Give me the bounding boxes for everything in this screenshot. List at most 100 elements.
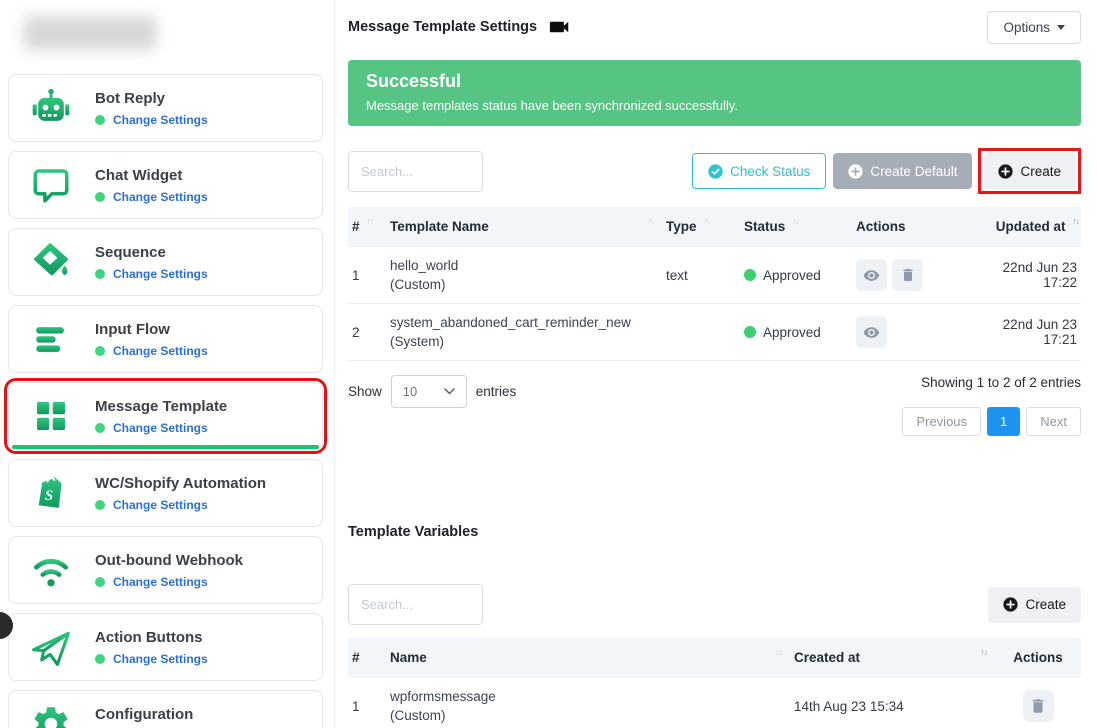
row-number: 2: [348, 317, 386, 348]
status-label: Approved: [763, 325, 821, 340]
column-header-updated-at[interactable]: Updated at↑↓: [962, 207, 1081, 247]
check-status-button[interactable]: Check Status: [692, 153, 826, 189]
chat-bubble-icon: [29, 163, 73, 207]
create-variable-button[interactable]: Create: [988, 587, 1081, 623]
sidebar-item-out-bound-webhook[interactable]: Out-bound Webhook Change Settings: [8, 536, 323, 604]
create-button-highlight: Create: [978, 148, 1081, 194]
table-row: 1 wpformsmessage (Custom) 14th Aug 23 15…: [348, 678, 1081, 728]
row-number: 1: [348, 691, 386, 722]
templates-table-header: #↑↓ Template Name↑↓ Type↑↓ Status↑↓ Acti…: [348, 207, 1081, 247]
robot-icon: [29, 86, 73, 130]
change-settings-link[interactable]: Change Settings: [113, 267, 208, 281]
variable-name-cell: wpformsmessage (Custom): [386, 679, 790, 728]
sidebar-item-label: Out-bound Webhook: [95, 552, 243, 569]
sidebar-item-action-buttons[interactable]: Action Buttons Change Settings: [8, 613, 323, 681]
svg-text:S: S: [45, 488, 53, 504]
variables-search-input[interactable]: [348, 584, 483, 625]
variable-variant: (Custom): [390, 706, 786, 725]
delete-button[interactable]: [1023, 690, 1054, 722]
template-name-cell: system_abandoned_cart_reminder_new (Syst…: [386, 305, 662, 359]
change-settings-link[interactable]: Change Settings: [113, 421, 208, 435]
sidebar-item-input-flow[interactable]: Input Flow Change Settings: [8, 305, 323, 373]
sidebar-item-text: Message Template Change Settings: [95, 398, 227, 435]
check-circle-icon: [708, 164, 723, 179]
enabled-dot: [95, 577, 105, 587]
template-variables-title: Template Variables: [348, 524, 1081, 540]
pagination: Previous 1 Next: [902, 407, 1081, 436]
created-at: 14th Aug 23 15:34: [790, 691, 995, 722]
column-header-created-at[interactable]: Created at↑↓: [790, 638, 995, 678]
column-header-name[interactable]: Name↑↓: [386, 638, 790, 678]
previous-page-button[interactable]: Previous: [902, 407, 981, 436]
video-camera-icon[interactable]: [549, 19, 570, 35]
template-name-cell: hello_world (Custom): [386, 248, 662, 302]
settings-sidebar: Bot Reply Change Settings Chat Widget Ch…: [0, 0, 335, 728]
enabled-dot: [95, 115, 105, 125]
column-header-status[interactable]: Status↑↓: [740, 207, 852, 247]
templates-table: #↑↓ Template Name↑↓ Type↑↓ Status↑↓ Acti…: [348, 207, 1081, 361]
column-header-num[interactable]: #↑↓: [348, 207, 386, 247]
row-number: 1: [348, 260, 386, 291]
trash-icon: [1029, 697, 1047, 715]
column-header-num[interactable]: #: [348, 638, 386, 678]
create-default-button[interactable]: Create Default: [833, 153, 972, 189]
page-size-select[interactable]: 10: [391, 375, 467, 408]
sidebar-item-text: Action Buttons Change Settings: [95, 629, 208, 666]
entries-label: entries: [476, 384, 517, 399]
change-settings-link[interactable]: Change Settings: [113, 113, 208, 127]
change-settings-link[interactable]: Change Settings: [113, 575, 208, 589]
banner-message: Message templates status have been synch…: [366, 98, 1063, 113]
main-content: Message Template Settings Options Succes…: [335, 0, 1097, 728]
change-settings-link[interactable]: Change Settings: [113, 652, 208, 666]
column-header-template-name[interactable]: Template Name↑↓: [386, 207, 662, 247]
paint-bucket-icon: [29, 240, 73, 284]
change-settings-link[interactable]: Change Settings: [113, 190, 208, 204]
change-settings-link[interactable]: Change Settings: [113, 498, 208, 512]
templates-search-input[interactable]: [348, 151, 483, 192]
showing-entries-text: Showing 1 to 2 of 2 entries: [902, 375, 1081, 390]
sidebar-item-label: Action Buttons: [95, 629, 208, 646]
page-title: Message Template Settings: [348, 19, 537, 35]
sidebar-item-text: WC/Shopify Automation Change Settings: [95, 475, 266, 512]
gear-icon: [29, 702, 73, 728]
sidebar-item-bot-reply[interactable]: Bot Reply Change Settings: [8, 74, 323, 142]
enabled-dot: [95, 192, 105, 202]
wifi-icon: [29, 548, 73, 592]
template-name: hello_world: [390, 256, 658, 275]
view-button[interactable]: [856, 259, 887, 291]
create-label: Create: [1025, 597, 1066, 612]
sidebar-item-text: Bot Reply Change Settings: [95, 90, 208, 127]
sidebar-item-label: Chat Widget: [95, 167, 208, 184]
updated-at: 22nd Jun 23 17:21: [962, 309, 1081, 355]
template-type: text: [662, 260, 740, 291]
sidebar-item-configuration[interactable]: Configuration Change Settings: [8, 690, 323, 728]
eye-icon: [863, 324, 880, 341]
view-button[interactable]: [856, 316, 887, 348]
sidebar-item-sequence[interactable]: Sequence Change Settings: [8, 228, 323, 296]
delete-button[interactable]: [892, 259, 923, 291]
plus-circle-icon: [848, 164, 863, 179]
create-template-button[interactable]: Create: [983, 153, 1076, 189]
sidebar-item-wc-shopify-automation[interactable]: S WC/Shopify Automation Change Settings: [8, 459, 323, 527]
sidebar-item-message-template[interactable]: Message Template Change Settings: [8, 382, 323, 450]
column-header-type[interactable]: Type↑↓: [662, 207, 740, 247]
sort-icon: ↑↓: [367, 216, 374, 226]
column-header-actions: Actions: [852, 207, 962, 247]
page-1-button[interactable]: 1: [987, 407, 1020, 436]
row-actions: [852, 251, 962, 299]
create-default-label: Create Default: [870, 164, 957, 179]
sidebar-item-text: Out-bound Webhook Change Settings: [95, 552, 243, 589]
sidebar-item-text: Input Flow Change Settings: [95, 321, 208, 358]
sidebar-item-label: Sequence: [95, 244, 208, 261]
sort-icon: ↑↓: [776, 647, 783, 657]
change-settings-link[interactable]: Change Settings: [113, 344, 208, 358]
options-button[interactable]: Options: [987, 11, 1081, 44]
sidebar-item-label: Input Flow: [95, 321, 208, 338]
next-page-button[interactable]: Next: [1026, 407, 1081, 436]
grid-icon: [29, 394, 73, 438]
sidebar-item-chat-widget[interactable]: Chat Widget Change Settings: [8, 151, 323, 219]
chevron-down-icon: [444, 388, 455, 395]
template-variant: (Custom): [390, 275, 658, 294]
table-row: 1 hello_world (Custom) text Approved: [348, 247, 1081, 304]
plus-circle-icon: [1003, 597, 1018, 612]
